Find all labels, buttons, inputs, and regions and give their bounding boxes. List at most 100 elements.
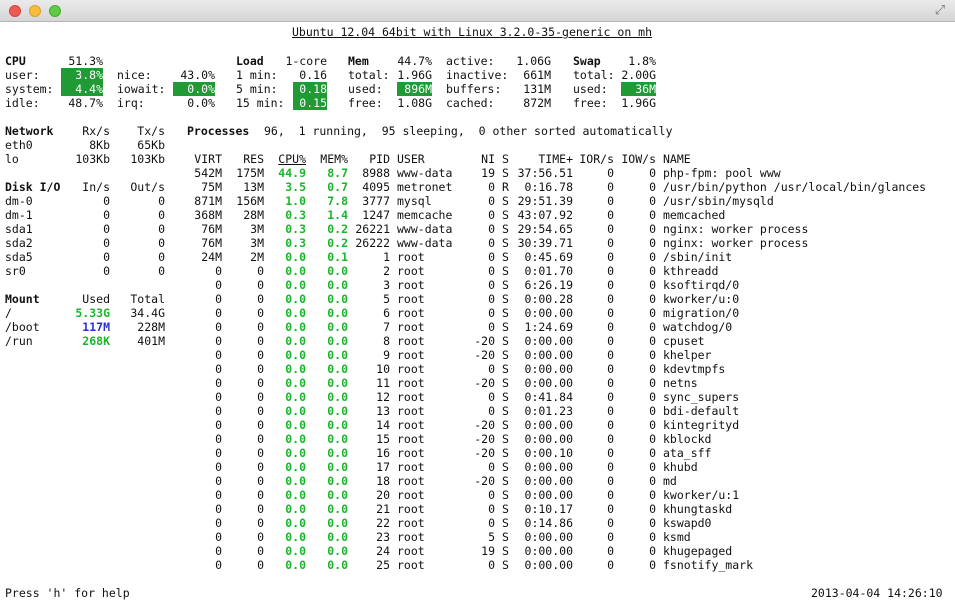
swap-title: Swap [573, 54, 601, 68]
swap-total-label: total: [573, 68, 615, 82]
proc-cpu: 0.0 [285, 306, 306, 320]
proc-virt: 0 [215, 516, 222, 530]
proc-ni: 0 [488, 250, 495, 264]
proc-pid: 11 [376, 376, 390, 390]
zoom-window-button[interactable] [49, 5, 61, 17]
proc-name: fsnotify_mark [663, 558, 754, 572]
proc-ni: 0 [488, 362, 495, 376]
proc-time: 0:00.00 [524, 376, 573, 390]
proc-cpu: 0.0 [285, 544, 306, 558]
proc-ni: 19 [481, 166, 495, 180]
proc-cpu: 0.0 [285, 460, 306, 474]
col-s-header: S [502, 152, 509, 166]
disk-out: 0 [158, 250, 165, 264]
proc-cpu: 0.0 [285, 418, 306, 432]
proc-ni: 0 [488, 460, 495, 474]
proc-mem: 0.0 [327, 432, 348, 446]
minimize-window-button[interactable] [29, 5, 41, 17]
disk-out: 0 [158, 236, 165, 250]
proc-virt: 0 [215, 264, 222, 278]
proc-res: 0 [257, 530, 264, 544]
proc-mem: 0.0 [327, 362, 348, 376]
proc-ior: 0 [607, 250, 614, 264]
disk-name: dm-0 [5, 194, 33, 208]
proc-time: 0:00.00 [524, 418, 573, 432]
proc-status: R [502, 180, 509, 194]
proc-ior: 0 [607, 404, 614, 418]
proc-virt: 24M [201, 250, 222, 264]
disk-out-header: Out/s [130, 180, 165, 194]
proc-mem: 0.2 [327, 236, 348, 250]
load-15min-value: 0.15 [293, 96, 327, 110]
proc-virt: 0 [215, 306, 222, 320]
proc-name: watchdog/0 [663, 320, 733, 334]
proc-ni: -20 [474, 432, 495, 446]
proc-pid: 26222 [355, 236, 390, 250]
proc-res: 0 [257, 264, 264, 278]
proc-pid: 8988 [362, 166, 390, 180]
proc-cpu: 44.9 [278, 166, 306, 180]
proc-status: S [502, 432, 509, 446]
proc-ior: 0 [607, 544, 614, 558]
cpu-system-value: 4.4% [61, 82, 103, 96]
proc-iow: 0 [649, 558, 656, 572]
disk-name: sr0 [5, 264, 26, 278]
proc-user: root [397, 432, 425, 446]
proc-iow: 0 [649, 362, 656, 376]
proc-status: S [502, 194, 509, 208]
close-window-button[interactable] [9, 5, 21, 17]
proc-cpu: 0.0 [285, 432, 306, 446]
load-15min-label: 15 min: [236, 96, 285, 110]
col-ior-header: IOR/s [579, 152, 614, 166]
proc-ior: 0 [607, 390, 614, 404]
proc-mem: 0.0 [327, 306, 348, 320]
proc-pid: 18 [376, 474, 390, 488]
cpu-title: CPU [5, 54, 26, 68]
proc-name: kdevtmpfs [663, 362, 726, 376]
proc-mem: 1.4 [327, 208, 348, 222]
cpu-irq-value: 0.0% [187, 96, 215, 110]
proc-name: kintegrityd [663, 418, 740, 432]
proc-ni: 0 [488, 180, 495, 194]
proc-cpu: 0.0 [285, 516, 306, 530]
proc-time: 0:45.69 [524, 250, 573, 264]
proc-name: migration/0 [663, 306, 740, 320]
mem-active-value: 1.06G [516, 54, 551, 68]
mount-used: 5.33G [75, 306, 110, 320]
proc-mem: 0.0 [327, 376, 348, 390]
proc-pid: 1 [383, 250, 390, 264]
proc-ni: 0 [488, 292, 495, 306]
proc-pid: 17 [376, 460, 390, 474]
proc-virt: 542M [194, 166, 222, 180]
proc-pid: 24 [376, 544, 390, 558]
proc-ior: 0 [607, 222, 614, 236]
proc-virt: 76M [201, 236, 222, 250]
proc-status: S [502, 446, 509, 460]
proc-ni: 0 [488, 236, 495, 250]
proc-time: 43:07.92 [517, 208, 573, 222]
proc-mem: 0.0 [327, 264, 348, 278]
proc-user: root [397, 460, 425, 474]
proc-res: 0 [257, 432, 264, 446]
proc-user: root [397, 264, 425, 278]
proc-virt: 0 [215, 278, 222, 292]
proc-mem: 0.0 [327, 404, 348, 418]
proc-user: root [397, 502, 425, 516]
proc-name: ksoftirqd/0 [663, 278, 740, 292]
proc-ni: 0 [488, 264, 495, 278]
proc-cpu: 0.3 [285, 222, 306, 236]
cpu-user-label: user: [5, 68, 40, 82]
proc-cpu: 0.0 [285, 558, 306, 572]
proc-pid: 7 [383, 320, 390, 334]
proc-res: 175M [236, 166, 264, 180]
proc-time: 30:39.71 [517, 236, 573, 250]
proc-name: kthreadd [663, 264, 719, 278]
proc-user: root [397, 250, 425, 264]
fullscreen-arrows-icon[interactable]: ⤢ [933, 4, 947, 18]
proc-cpu: 0.0 [285, 278, 306, 292]
mem-buffers-value: 131M [523, 82, 551, 96]
proc-cpu: 0.0 [285, 250, 306, 264]
proc-status: S [502, 306, 509, 320]
proc-virt: 0 [215, 348, 222, 362]
proc-name: /usr/sbin/mysqld [663, 194, 774, 208]
